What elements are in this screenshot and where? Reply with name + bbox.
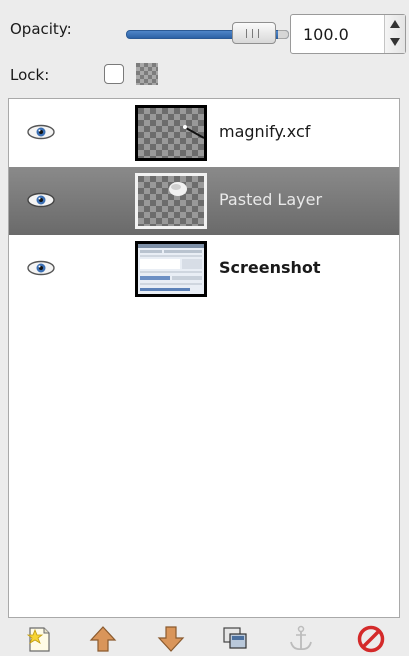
eye-icon[interactable]	[27, 192, 55, 208]
new-layer-icon[interactable]	[24, 624, 54, 654]
lock-pixels-checkbox[interactable]	[104, 64, 124, 84]
thumbnail-content	[138, 244, 204, 294]
layer-name[interactable]: Pasted Layer	[219, 190, 322, 209]
eye-icon[interactable]	[27, 124, 55, 140]
anchor-layer-icon[interactable]	[286, 624, 316, 654]
spin-up-icon[interactable]	[390, 20, 400, 28]
delete-layer-icon[interactable]	[356, 624, 386, 654]
opacity-spinbox[interactable]: 100.0	[290, 14, 406, 54]
eye-icon[interactable]	[27, 260, 55, 276]
grip-line	[252, 29, 253, 38]
opacity-label: Opacity:	[10, 20, 72, 38]
spin-down-icon[interactable]	[390, 38, 400, 46]
spin-buttons	[384, 15, 405, 53]
layer-row-pasted[interactable]: Pasted Layer	[9, 167, 399, 235]
opacity-value[interactable]: 100.0	[303, 25, 349, 44]
raise-layer-icon[interactable]	[88, 624, 118, 654]
layer-name[interactable]: Screenshot	[219, 258, 321, 277]
duplicate-layer-icon[interactable]	[220, 624, 250, 654]
lock-row: Lock:	[0, 58, 409, 92]
grip-line	[258, 29, 259, 38]
layer-row-screenshot[interactable]: Screenshot	[9, 235, 399, 303]
layer-thumbnail[interactable]	[135, 105, 207, 161]
thumbnail-content	[169, 182, 187, 196]
layer-row-magnify[interactable]: magnify.xcf	[9, 99, 399, 167]
layer-thumbnail[interactable]	[135, 173, 207, 229]
layer-thumbnail[interactable]	[135, 241, 207, 297]
layer-name[interactable]: magnify.xcf	[219, 122, 310, 141]
lock-alpha-icon[interactable]	[136, 63, 158, 85]
opacity-row: Opacity: 100.0	[0, 8, 409, 54]
layers-list: magnify.xcf Pasted Layer Screenshot	[8, 98, 400, 618]
opacity-slider-thumb[interactable]	[232, 22, 276, 44]
grip-line	[246, 29, 247, 38]
opacity-slider-end	[278, 30, 289, 39]
lock-label: Lock:	[10, 66, 50, 84]
thumbnail-content	[183, 125, 204, 139]
lower-layer-icon[interactable]	[156, 624, 186, 654]
layers-toolbar	[0, 620, 409, 656]
